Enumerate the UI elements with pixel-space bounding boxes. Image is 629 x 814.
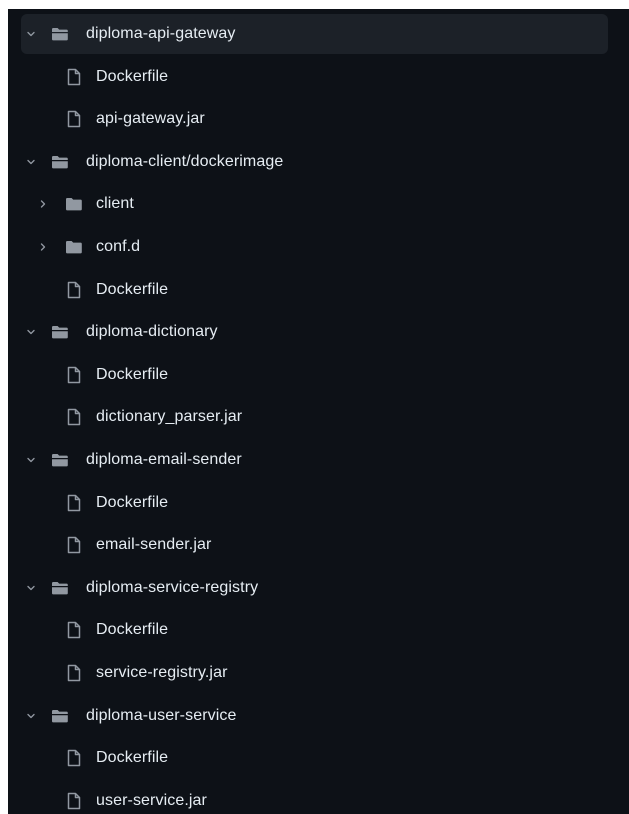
tree-item-label: api-gateway.jar bbox=[96, 110, 205, 128]
tree-file-service-registry-jar[interactable]: service-registry.jar bbox=[21, 653, 608, 693]
tree-folder-diploma-user-service[interactable]: diploma-user-service bbox=[21, 696, 608, 736]
tree-item-label: diploma-service-registry bbox=[86, 578, 259, 596]
folder-open-icon bbox=[51, 25, 69, 43]
folder-open-icon bbox=[51, 579, 69, 597]
folder-icon bbox=[65, 195, 83, 213]
tree-folder-client[interactable]: client bbox=[21, 184, 608, 224]
chevron-down-icon[interactable] bbox=[24, 325, 38, 339]
file-tree: diploma-api-gateway Dockerfile api-gateway… bbox=[8, 9, 629, 814]
tree-file-dictionary-parser-jar[interactable]: dictionary_parser.jar bbox=[21, 397, 608, 437]
file-icon bbox=[65, 749, 83, 767]
tree-item-label: Dockerfile bbox=[96, 749, 169, 767]
file-icon bbox=[65, 792, 83, 810]
tree-item-label: email-sender.jar bbox=[96, 536, 212, 554]
tree-folder-diploma-dictionary[interactable]: diploma-dictionary bbox=[21, 312, 608, 352]
tree-item-label: client bbox=[96, 195, 134, 213]
tree-item-label: Dockerfile bbox=[96, 493, 169, 511]
tree-folder-diploma-client-dockerimage[interactable]: diploma-client/dockerimage bbox=[21, 142, 608, 182]
tree-file-dockerfile[interactable]: Dockerfile bbox=[21, 483, 608, 523]
tree-folder-diploma-api-gateway[interactable]: diploma-api-gateway bbox=[21, 14, 608, 54]
chevron-down-icon[interactable] bbox=[24, 581, 38, 595]
file-icon bbox=[65, 68, 83, 86]
tree-item-label: Dockerfile bbox=[96, 67, 169, 85]
tree-item-label: Dockerfile bbox=[96, 280, 169, 298]
file-icon bbox=[65, 281, 83, 299]
folder-open-icon bbox=[51, 153, 69, 171]
tree-file-user-service-jar[interactable]: user-service.jar bbox=[21, 781, 608, 814]
tree-file-dockerfile[interactable]: Dockerfile bbox=[21, 738, 608, 778]
tree-file-dockerfile[interactable]: Dockerfile bbox=[21, 355, 608, 395]
tree-file-email-sender-jar[interactable]: email-sender.jar bbox=[21, 525, 608, 565]
tree-item-label: diploma-client/dockerimage bbox=[86, 152, 284, 170]
folder-open-icon bbox=[51, 323, 69, 341]
tree-folder-conf-d[interactable]: conf.d bbox=[21, 227, 608, 267]
file-icon bbox=[65, 408, 83, 426]
tree-file-dockerfile[interactable]: Dockerfile bbox=[21, 57, 608, 97]
chevron-down-icon[interactable] bbox=[24, 27, 38, 41]
chevron-down-icon[interactable] bbox=[24, 453, 38, 467]
tree-item-label: diploma-api-gateway bbox=[86, 25, 236, 42]
tree-item-label: diploma-user-service bbox=[86, 706, 237, 724]
tree-item-label: conf.d bbox=[96, 238, 141, 255]
chevron-right-icon[interactable] bbox=[36, 197, 50, 211]
file-icon bbox=[65, 536, 83, 554]
tree-folder-diploma-email-sender[interactable]: diploma-email-sender bbox=[21, 440, 608, 480]
file-icon bbox=[65, 110, 83, 128]
file-icon bbox=[65, 664, 83, 682]
tree-file-api-gateway-jar[interactable]: api-gateway.jar bbox=[21, 99, 608, 139]
file-icon bbox=[65, 494, 83, 512]
chevron-down-icon[interactable] bbox=[24, 709, 38, 723]
chevron-down-icon[interactable] bbox=[24, 155, 38, 169]
tree-folder-diploma-service-registry[interactable]: diploma-service-registry bbox=[21, 568, 608, 608]
tree-item-label: user-service.jar bbox=[96, 791, 207, 809]
tree-file-dockerfile[interactable]: Dockerfile bbox=[21, 270, 608, 310]
file-icon bbox=[65, 621, 83, 639]
tree-item-label: Dockerfile bbox=[96, 621, 169, 639]
tree-item-label: diploma-dictionary bbox=[86, 323, 218, 341]
folder-open-icon bbox=[51, 451, 69, 469]
tree-item-label: dictionary_parser.jar bbox=[96, 408, 243, 426]
folder-open-icon bbox=[51, 707, 69, 725]
file-icon bbox=[65, 366, 83, 384]
chevron-right-icon[interactable] bbox=[36, 240, 50, 254]
tree-item-label: Dockerfile bbox=[96, 365, 169, 383]
folder-icon bbox=[65, 238, 83, 256]
tree-item-label: diploma-email-sender bbox=[86, 451, 242, 468]
tree-file-dockerfile[interactable]: Dockerfile bbox=[21, 610, 608, 650]
tree-item-label: service-registry.jar bbox=[96, 664, 228, 681]
